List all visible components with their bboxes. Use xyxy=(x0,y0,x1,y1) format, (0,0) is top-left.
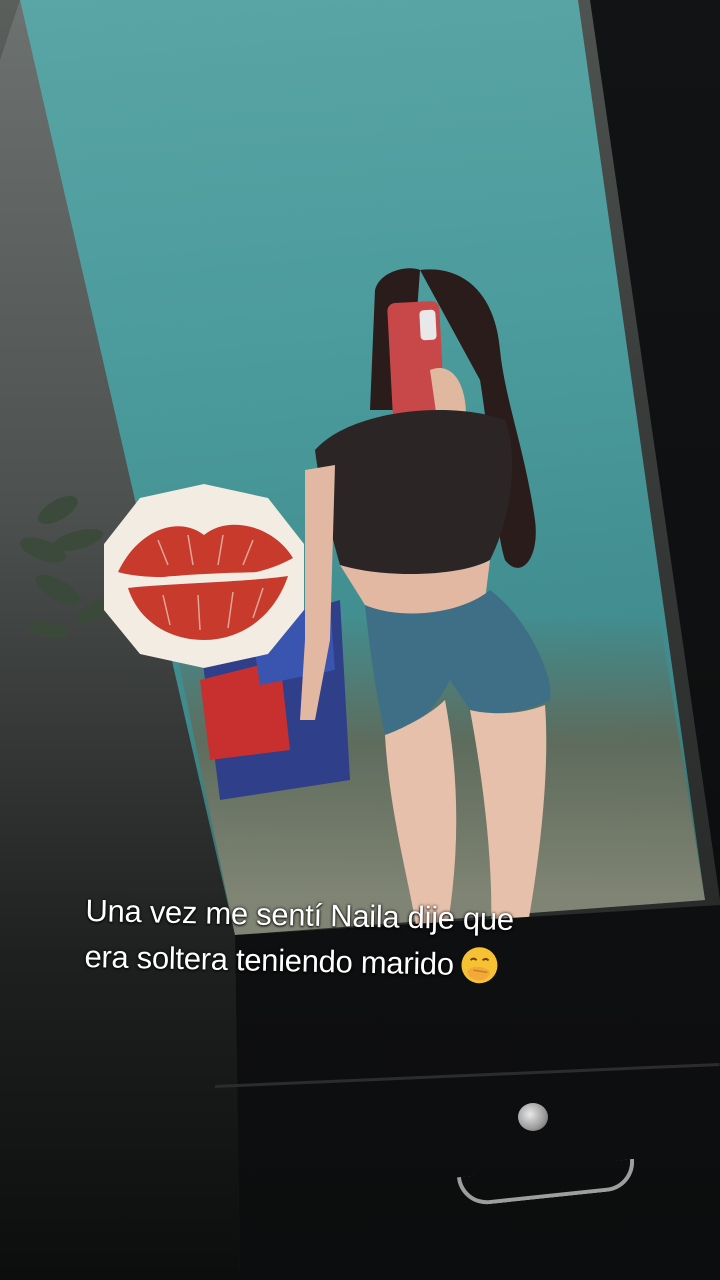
person-reflection xyxy=(300,268,551,950)
caption-text: Una vez me sentí Naila dije que era solt… xyxy=(84,888,606,991)
caption-line-2-text: era soltera teniendo marido xyxy=(84,938,455,982)
drawer-knob xyxy=(518,1103,548,1131)
face-with-hand-over-mouth-icon xyxy=(461,947,498,984)
kiss-lips-icon xyxy=(104,484,304,668)
photo-scene: Una vez me sentí Naila dije que era solt… xyxy=(0,0,720,1280)
